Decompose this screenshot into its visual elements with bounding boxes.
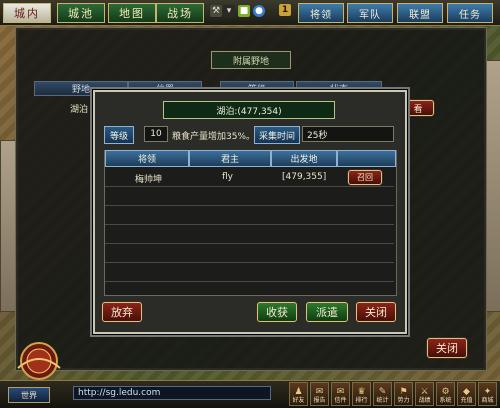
table-header-origin: 出发地 xyxy=(271,150,337,167)
city-wall-left xyxy=(0,140,16,312)
shop-icon: ✦ xyxy=(483,387,492,397)
friends-label: 好友 xyxy=(292,397,305,404)
table-header-general: 将领 xyxy=(105,150,189,167)
report-button[interactable]: ✉ 报告 xyxy=(310,382,329,406)
tab-battlefield[interactable]: 战场 xyxy=(156,3,204,23)
recharge-label: 充值 xyxy=(460,397,473,404)
report-icon: ✉ xyxy=(315,387,324,397)
table-row-divider xyxy=(105,262,394,263)
panel-close-button[interactable]: 关闭 xyxy=(427,338,467,358)
table-row-divider xyxy=(105,281,394,282)
quest-button[interactable]: 任务 xyxy=(447,3,493,23)
friends-icon: ♟ xyxy=(294,387,303,397)
harvest-button[interactable]: 收获 xyxy=(257,302,297,322)
recharge-button[interactable]: ◆ 充值 xyxy=(457,382,476,406)
mail-label: 信件 xyxy=(334,397,347,404)
table-header-lord: 君主 xyxy=(189,150,271,167)
table-header-action xyxy=(337,150,396,167)
shop-label: 商城 xyxy=(481,397,494,404)
chevron-down-icon[interactable]: ▾ xyxy=(223,5,235,17)
alliance-button[interactable]: 联盟 xyxy=(397,3,443,23)
bag-icon[interactable]: ■ xyxy=(238,5,250,17)
system-label: 系统 xyxy=(439,397,452,404)
mail-icon: ✉ xyxy=(336,387,345,397)
power-button[interactable]: ⚑ 势力 xyxy=(394,382,413,406)
table-row-lord: fly xyxy=(222,172,233,182)
tab-map[interactable]: 地图 xyxy=(108,3,156,23)
url-field[interactable]: http://sg.ledu.com xyxy=(73,386,271,400)
table-row-divider xyxy=(105,205,394,206)
stats-label: 统计 xyxy=(376,397,389,404)
dialog-close-button[interactable]: 关闭 xyxy=(356,302,396,322)
table-row-origin: [479,355] xyxy=(282,172,327,182)
power-label: 势力 xyxy=(397,397,410,404)
notification-badge[interactable]: 1 xyxy=(279,4,291,16)
recall-button[interactable]: 召回 xyxy=(348,170,382,185)
tools-icon[interactable]: ⚒ xyxy=(210,5,222,17)
level-value: 10 xyxy=(144,126,168,142)
dispatch-button[interactable]: 派遣 xyxy=(306,302,348,322)
abandon-button[interactable]: 放弃 xyxy=(102,302,142,322)
ranking-label: 排行 xyxy=(355,397,368,404)
table-row-divider xyxy=(105,224,394,225)
city-wall-right xyxy=(486,60,500,312)
collect-time-label: 采集时间 xyxy=(254,126,300,144)
shop-button[interactable]: ✦ 商城 xyxy=(478,382,497,406)
globe-icon[interactable]: ● xyxy=(253,5,265,17)
system-button[interactable]: ⚙ 系统 xyxy=(436,382,455,406)
generals-button[interactable]: 将领 xyxy=(298,3,344,23)
table-row-divider xyxy=(105,186,394,187)
friends-button[interactable]: ♟ 好友 xyxy=(289,382,308,406)
dialog-title: 湖泊:(477,354) xyxy=(163,101,335,119)
tab-cities[interactable]: 城池 xyxy=(57,3,105,23)
yield-bonus-text: 粮食产量增加35%。 xyxy=(172,132,256,142)
panel-title: 附属野地 xyxy=(211,51,291,69)
level-label: 等级 xyxy=(104,126,134,144)
tab-city-interior[interactable]: 城内 xyxy=(3,3,51,23)
table-row-general: 梅帅坤 xyxy=(135,175,163,185)
world-chat-button[interactable]: 世界 xyxy=(8,387,50,403)
top-nav-bar: 城内 城池 地图 战场 ⚒ ▾ ■ ● 1 将领 军队 联盟 任务 xyxy=(0,0,500,26)
power-icon: ⚑ xyxy=(399,387,408,397)
battle-label: 战绩 xyxy=(418,397,431,404)
ranking-button[interactable]: ♛ 排行 xyxy=(352,382,371,406)
game-logo xyxy=(17,342,61,380)
stats-icon: ✎ xyxy=(378,387,387,397)
recharge-icon: ◆ xyxy=(463,387,470,397)
battle-button[interactable]: ⚔ 战绩 xyxy=(415,382,434,406)
stats-button[interactable]: ✎ 统计 xyxy=(373,382,392,406)
report-label: 报告 xyxy=(313,397,326,404)
army-button[interactable]: 军队 xyxy=(347,3,393,23)
mail-button[interactable]: ✉ 信件 xyxy=(331,382,350,406)
system-icon: ⚙ xyxy=(441,387,450,397)
battle-icon: ⚔ xyxy=(420,387,429,397)
collect-time-value: 25秒 xyxy=(302,126,394,142)
ranking-icon: ♛ xyxy=(357,387,366,397)
table-row-divider xyxy=(105,243,394,244)
wilderness-row-name: 湖泊 xyxy=(70,105,89,115)
